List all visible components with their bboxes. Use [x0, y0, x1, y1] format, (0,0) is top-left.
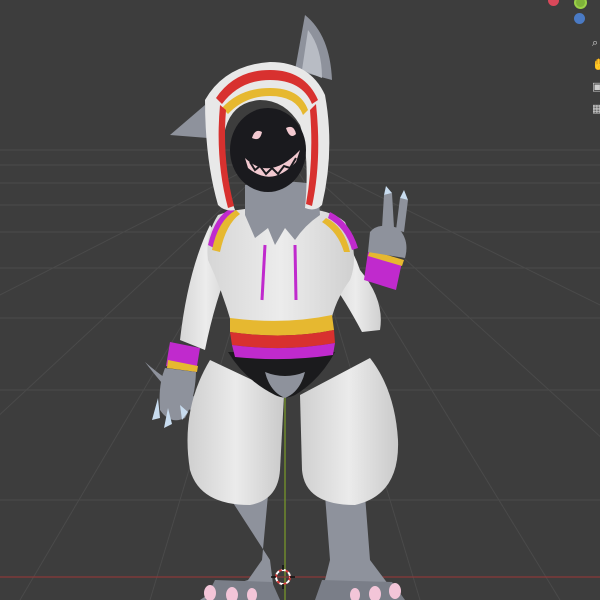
left-leg — [200, 495, 280, 600]
character-model[interactable] — [145, 15, 408, 600]
3d-viewport[interactable]: ⌕ ✋ ▣ ▦ — [0, 0, 600, 600]
pan-tool-icon[interactable]: ✋ — [592, 58, 600, 71]
v-sign-finger-2 — [396, 198, 408, 232]
gizmo-z-axis-icon[interactable] — [574, 13, 585, 24]
right-pant — [300, 358, 399, 505]
right-leg — [315, 495, 405, 600]
face-mask — [230, 108, 306, 192]
perspective-toggle-icon[interactable]: ▦ — [592, 102, 600, 115]
camera-view-icon[interactable]: ▣ — [592, 80, 600, 93]
viewport-canvas — [0, 15, 600, 600]
drawstring-right — [293, 244, 298, 301]
zoom-tool-icon[interactable]: ⌕ — [592, 36, 598, 50]
ear-left — [170, 105, 208, 138]
